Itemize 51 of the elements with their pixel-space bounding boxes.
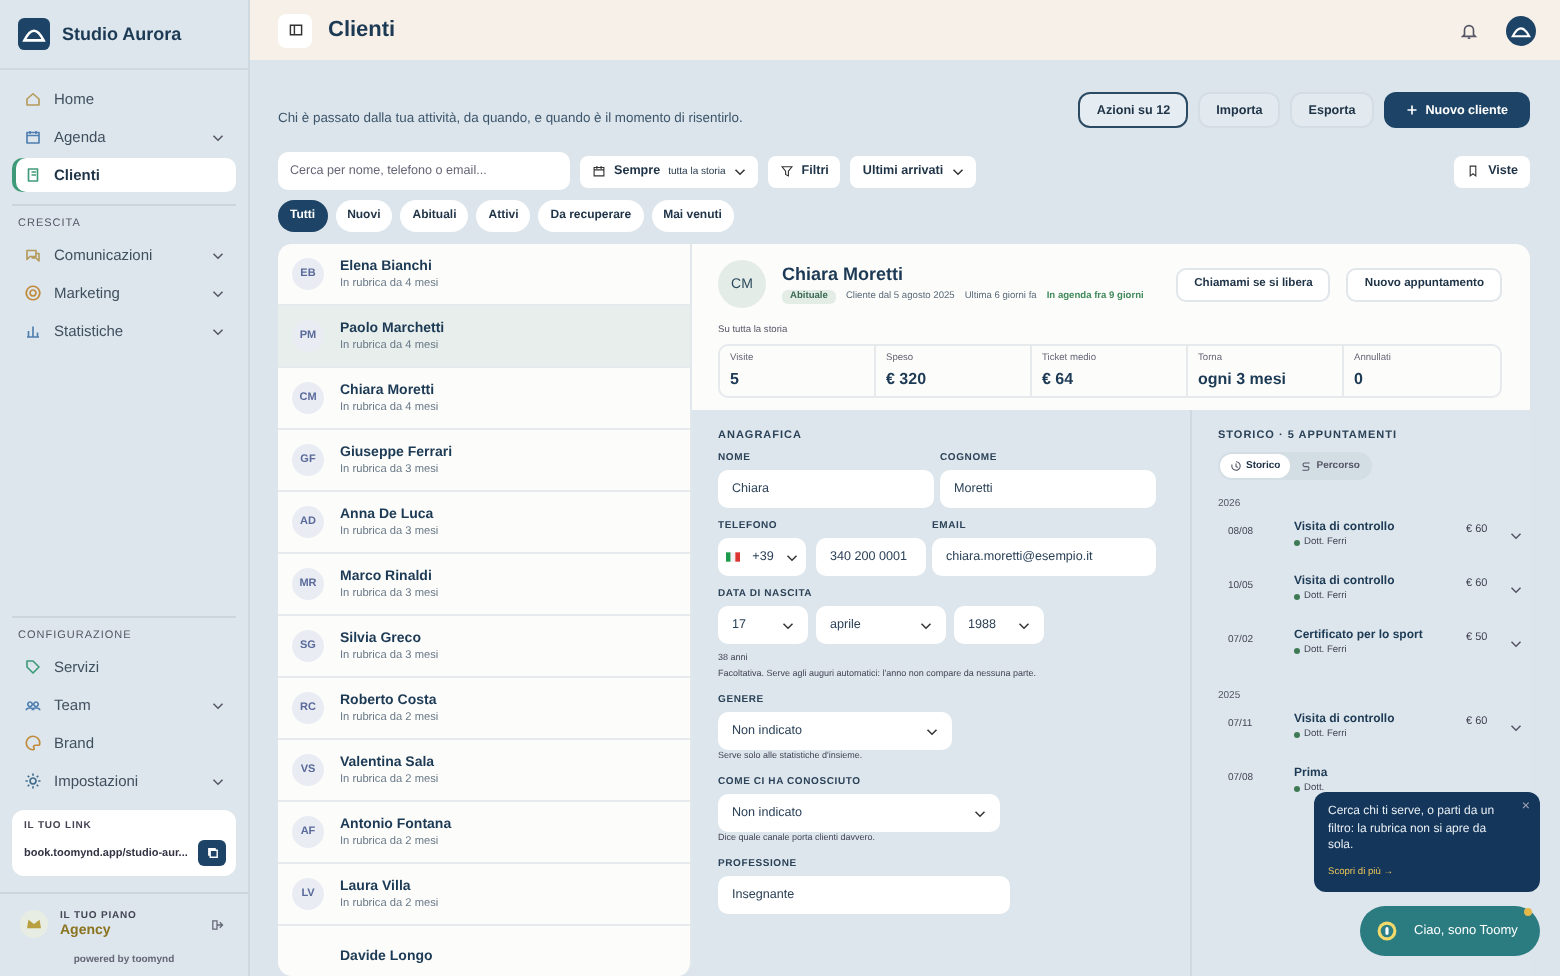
chevron-icon[interactable] <box>1510 724 1522 732</box>
stat-value: 5 <box>730 370 741 388</box>
sidebar-toggle-button[interactable] <box>278 13 312 47</box>
page-title: Clienti <box>328 18 396 42</box>
chevron-icon <box>212 701 224 709</box>
logo-icon <box>18 18 50 50</box>
chart-icon <box>24 322 42 340</box>
chevron-icon <box>951 167 964 175</box>
settings-icon <box>24 772 42 790</box>
tag-icon <box>24 658 42 676</box>
chevron-icon <box>212 777 224 785</box>
palette-icon <box>24 734 42 752</box>
people-icon <box>24 696 42 714</box>
chevron-icon <box>974 809 986 817</box>
filter-icon <box>779 164 794 178</box>
copy-icon <box>205 846 219 860</box>
book-icon <box>24 166 42 184</box>
stat-value: 0 <box>1354 370 1365 388</box>
chevron-icon <box>212 327 224 335</box>
chevron-icon <box>920 621 932 629</box>
flag-icon <box>726 552 740 562</box>
client-name: Chiara Moretti <box>782 264 906 284</box>
copy-button[interactable] <box>198 840 226 866</box>
calendar-icon <box>24 128 42 146</box>
panel-icon <box>287 22 303 38</box>
chat-icon <box>24 246 42 264</box>
logout-icon[interactable] <box>210 917 224 931</box>
stat-value: € 320 <box>886 370 929 388</box>
chevron-icon <box>926 727 938 735</box>
chevron-icon <box>1018 621 1030 629</box>
plus-icon <box>1405 104 1418 116</box>
chevron-icon <box>212 289 224 297</box>
history-icon <box>1230 460 1242 472</box>
chevron-icon <box>782 621 794 629</box>
stat-value: ogni 3 mesi <box>1198 370 1289 388</box>
avatar-icon[interactable] <box>1506 15 1536 45</box>
chevron-icon <box>212 133 224 141</box>
chevron-icon[interactable] <box>1510 586 1522 594</box>
calendar-icon <box>592 164 606 178</box>
home-icon <box>24 90 42 108</box>
target-icon <box>24 284 42 302</box>
bell-icon[interactable] <box>1460 21 1478 39</box>
brand-name: Studio Aurora <box>62 24 182 44</box>
stat-value: € 64 <box>1042 370 1076 388</box>
chevron-icon <box>212 251 224 259</box>
chevron-icon[interactable] <box>1510 532 1522 540</box>
bookmark-icon <box>1466 164 1481 178</box>
chevron-icon <box>786 553 798 561</box>
assistant-icon <box>1376 920 1398 942</box>
chevron-icon[interactable] <box>1510 640 1522 648</box>
chevron-icon <box>733 167 746 175</box>
